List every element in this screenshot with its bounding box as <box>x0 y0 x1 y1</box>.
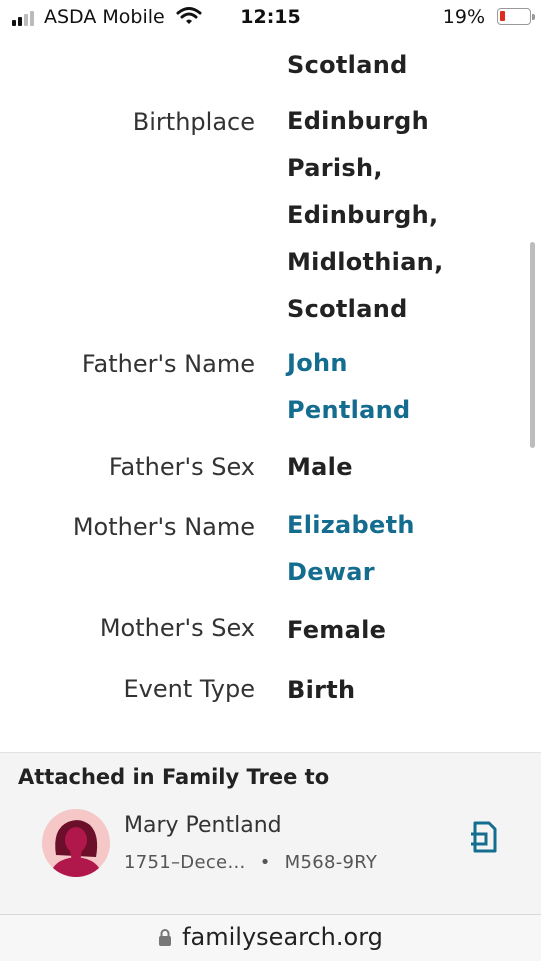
detail-value: Edinburgh Parish, Edinburgh, Midlothian,… <box>287 98 487 333</box>
value-line[interactable]: Pentland <box>287 387 487 434</box>
value-line[interactable]: John <box>287 340 487 387</box>
battery-icon <box>497 8 535 25</box>
meta-separator: • <box>259 852 271 873</box>
value-line: Edinburgh, <box>287 201 439 229</box>
lock-icon <box>159 929 172 946</box>
battery-cap <box>532 14 535 20</box>
open-record-icon[interactable] <box>468 820 500 854</box>
url-display[interactable]: familysearch.org <box>0 923 541 951</box>
value-line: Female <box>287 616 387 644</box>
female-avatar-icon[interactable] <box>42 809 110 877</box>
detail-value: Scotland <box>287 51 408 79</box>
detail-value: Male <box>287 444 487 491</box>
detail-label: Mother's Sex <box>99 614 255 642</box>
detail-label: Birthplace <box>132 108 255 136</box>
scrollbar[interactable] <box>530 242 535 448</box>
detail-value: Birth <box>287 667 487 714</box>
person-lifespan: 1751–Dece… <box>124 852 246 873</box>
father-name-link[interactable]: John Pentland <box>287 340 487 434</box>
person-id: M568-9RY <box>284 852 378 873</box>
value-line: Scotland <box>287 295 408 323</box>
browser-url-bar[interactable]: familysearch.org <box>0 914 541 961</box>
detail-label: Father's Name <box>81 350 255 378</box>
value-line: Male <box>287 453 353 481</box>
record-details: Scotland <box>0 40 541 96</box>
attached-title: Attached in Family Tree to <box>18 765 330 789</box>
battery-fill <box>500 11 505 21</box>
value-line: Birth <box>287 676 356 704</box>
value-line[interactable]: Elizabeth <box>287 502 487 549</box>
value-line: Edinburgh <box>287 107 429 135</box>
attached-family-tree-panel: Attached in Family Tree to Mary Pentland… <box>0 752 541 915</box>
value-line: Midlothian, <box>287 248 444 276</box>
url-text[interactable]: familysearch.org <box>182 923 383 951</box>
detail-label: Mother's Name <box>72 513 255 541</box>
person-meta: 1751–Dece… • M568-9RY <box>124 852 377 873</box>
detail-row-overflow: Scotland <box>0 40 541 96</box>
status-bar: ASDA Mobile 12:15 19% <box>0 0 541 36</box>
battery-percent: 19% <box>442 6 485 28</box>
detail-label: Father's Sex <box>108 453 255 481</box>
detail-value: Female <box>287 607 487 654</box>
value-line[interactable]: Dewar <box>287 549 487 596</box>
person-name-link[interactable]: Mary Pentland <box>124 813 282 838</box>
mother-name-link[interactable]: Elizabeth Dewar <box>287 502 487 596</box>
detail-label: Event Type <box>123 675 255 703</box>
value-line: Parish, <box>287 154 383 182</box>
